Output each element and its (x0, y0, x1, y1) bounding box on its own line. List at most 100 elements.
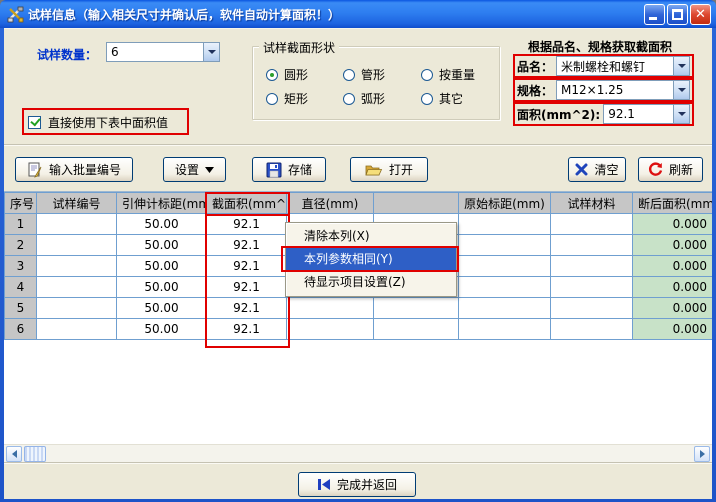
horizontal-scrollbar[interactable] (4, 444, 712, 462)
gauge-cell[interactable]: 50.00 (117, 214, 207, 235)
orig-gauge-cell[interactable] (459, 298, 551, 319)
scroll-left-button[interactable] (6, 446, 22, 462)
use-table-area-checkbox[interactable]: 直接使用下表中面积值 (28, 114, 168, 131)
clear-button[interactable]: 清空 (568, 157, 626, 182)
batch-number-button[interactable]: 输入批量编号 (15, 157, 133, 182)
sample-count-label: 试样数量： (37, 46, 97, 63)
orig-gauge-cell[interactable] (459, 256, 551, 277)
col-header-sample-id[interactable]: 试样编号 (37, 193, 117, 214)
area-cell[interactable]: 92.1 (207, 256, 287, 277)
area-combobox[interactable]: 92.1 (603, 104, 690, 124)
menu-item-clear-column[interactable]: 清除本列(X) (286, 225, 456, 248)
row-number-cell: 1 (5, 214, 37, 235)
radio-label: 矩形 (284, 90, 308, 107)
table-row: 5 50.00 92.1 0.000 (5, 298, 713, 319)
sample-count-combobox[interactable]: 6 (106, 42, 220, 62)
sample-id-cell[interactable] (37, 298, 117, 319)
radio-tubular[interactable]: 管形 (343, 66, 385, 83)
col-header-area[interactable]: 截面积(mm^2) (207, 193, 287, 214)
row-number-cell: 6 (5, 319, 37, 340)
menu-item-same-params[interactable]: 本列参数相同(Y) (286, 248, 456, 271)
open-button[interactable]: 打开 (350, 157, 428, 182)
sample-info-dialog: 试样信息（输入相关尺寸并确认后，软件自动计算面积！） ✕ 试样数量： 6 直接使… (0, 0, 716, 502)
area-cell[interactable]: 92.1 (207, 298, 287, 319)
material-cell[interactable] (551, 277, 633, 298)
checkbox-checked-icon[interactable] (28, 116, 41, 129)
radio-arc[interactable]: 弧形 (343, 90, 385, 107)
chevron-down-icon[interactable] (673, 81, 689, 99)
radio-icon[interactable] (343, 93, 355, 105)
gauge-cell[interactable]: 50.00 (117, 256, 207, 277)
sample-id-cell[interactable] (37, 235, 117, 256)
gauge-cell[interactable]: 50.00 (117, 235, 207, 256)
section-shape-groupbox: 试样截面形状 圆形 管形 按重量 矩形 弧形 (252, 46, 500, 120)
spec-combobox[interactable]: M12×1.25 (556, 80, 690, 100)
done-return-button[interactable]: 完成并返回 (298, 472, 416, 497)
radio-circular[interactable]: 圆形 (266, 66, 308, 83)
radio-rectangular[interactable]: 矩形 (266, 90, 308, 107)
sample-id-cell[interactable] (37, 319, 117, 340)
scroll-right-button[interactable] (694, 446, 710, 462)
material-cell[interactable] (551, 214, 633, 235)
row-number-cell: 5 (5, 298, 37, 319)
radio-icon[interactable] (421, 93, 433, 105)
gauge-cell[interactable]: 50.00 (117, 277, 207, 298)
area-row: 面积(mm^2): 92.1 (513, 102, 694, 126)
area-cell[interactable]: 92.1 (207, 235, 287, 256)
radio-by-weight[interactable]: 按重量 (421, 66, 475, 83)
orig-gauge-cell[interactable] (459, 235, 551, 256)
minimize-button[interactable] (644, 4, 665, 25)
maximize-icon (672, 9, 683, 20)
edit-note-icon (27, 162, 43, 178)
radio-icon[interactable] (343, 69, 355, 81)
refresh-label: 刷新 (669, 161, 693, 178)
gauge-cell[interactable]: 50.00 (117, 298, 207, 319)
extra-cell[interactable] (374, 298, 459, 319)
col-header-diameter[interactable]: 直径(mm) (287, 193, 374, 214)
chevron-down-icon[interactable] (203, 43, 219, 61)
save-button[interactable]: 存储 (252, 157, 326, 182)
sample-id-cell[interactable] (37, 256, 117, 277)
product-combobox[interactable]: 米制螺栓和螺钉 (556, 56, 690, 76)
orig-gauge-cell[interactable] (459, 214, 551, 235)
sample-id-cell[interactable] (37, 277, 117, 298)
col-header-no[interactable]: 序号 (5, 193, 37, 214)
gauge-cell[interactable]: 50.00 (117, 319, 207, 340)
orig-gauge-cell[interactable] (459, 319, 551, 340)
chevron-down-icon[interactable] (673, 57, 689, 75)
radio-other[interactable]: 其它 (421, 90, 463, 107)
area-cell[interactable]: 92.1 (207, 214, 287, 235)
material-cell[interactable] (551, 319, 633, 340)
diameter-cell[interactable] (287, 298, 374, 319)
orig-gauge-cell[interactable] (459, 277, 551, 298)
radio-selected-icon[interactable] (266, 69, 278, 81)
scrollbar-thumb[interactable] (24, 446, 46, 462)
close-button[interactable]: ✕ (690, 4, 711, 25)
col-header-after-area[interactable]: 断后面积(mm^2) (633, 193, 713, 214)
extra-cell[interactable] (374, 319, 459, 340)
radio-icon[interactable] (266, 93, 278, 105)
area-cell[interactable]: 92.1 (207, 277, 287, 298)
radio-icon[interactable] (421, 69, 433, 81)
col-header-gauge[interactable]: 引伸计标距(mm) (117, 193, 207, 214)
material-cell[interactable] (551, 235, 633, 256)
column-context-menu: 清除本列(X) 本列参数相同(Y) 待显示项目设置(Z) (285, 222, 457, 297)
menu-item-display-settings[interactable]: 待显示项目设置(Z) (286, 271, 456, 294)
arrow-left-icon (8, 450, 17, 458)
maximize-button[interactable] (667, 4, 688, 25)
refresh-button[interactable]: 刷新 (638, 157, 703, 182)
sample-id-cell[interactable] (37, 214, 117, 235)
col-header-extra[interactable] (374, 193, 459, 214)
material-cell[interactable] (551, 256, 633, 277)
col-header-material[interactable]: 试样材料 (551, 193, 633, 214)
table-row: 6 50.00 92.1 0.000 (5, 319, 713, 340)
tools-icon (7, 6, 24, 23)
col-header-orig-gauge[interactable]: 原始标距(mm) (459, 193, 551, 214)
material-cell[interactable] (551, 298, 633, 319)
chevron-down-icon[interactable] (673, 105, 689, 123)
settings-button[interactable]: 设置 (163, 157, 226, 182)
diameter-cell[interactable] (287, 319, 374, 340)
area-cell[interactable]: 92.1 (207, 319, 287, 340)
area-label: 面积(mm^2): (517, 106, 600, 123)
after-area-cell: 0.000 (633, 277, 713, 298)
